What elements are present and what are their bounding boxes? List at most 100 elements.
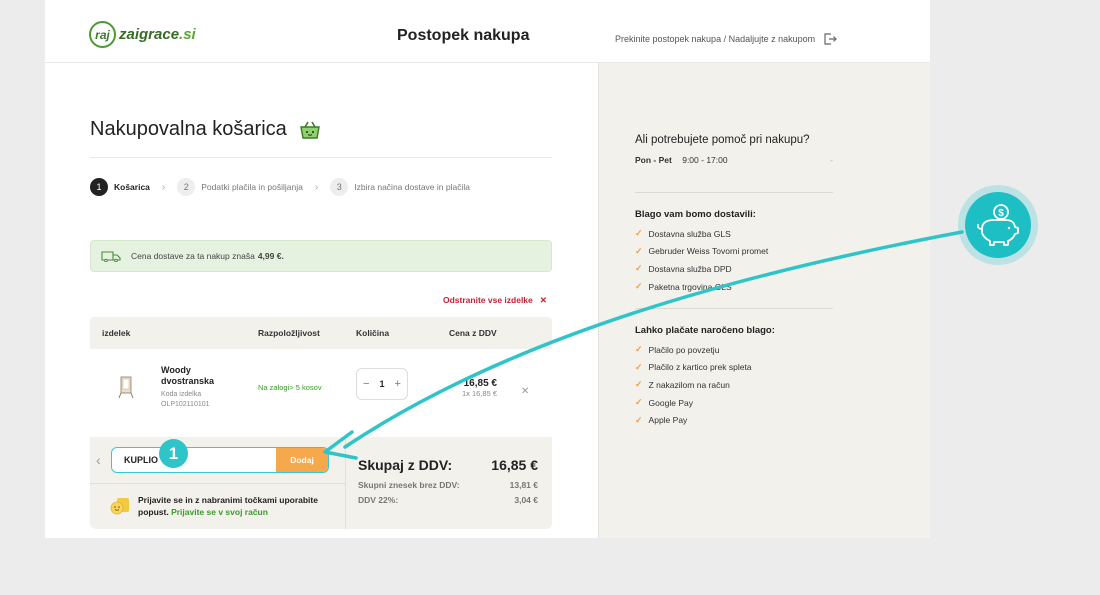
total-value: 16,85 € — [491, 457, 538, 473]
piggy-bank-icon: $ — [965, 192, 1031, 258]
col-availability: Razpoložljivost — [258, 328, 320, 338]
vat-value: 3,04 € — [514, 495, 538, 505]
list-item: ✓ Gebruder Weiss Tovorni promet — [635, 243, 768, 261]
logo-tld: .si — [179, 26, 196, 43]
list-item: ✓ Plačilo z kartico prek spleta — [635, 359, 752, 377]
svg-text:$: $ — [998, 208, 1004, 219]
list-item-label: Google Pay — [648, 397, 693, 408]
product-image[interactable] — [118, 375, 134, 399]
step-1-number: 1 — [90, 178, 108, 196]
delivery-options-title: Blago vam bomo dostavili: — [635, 209, 756, 220]
opening-hours: Pon - Pet 9:00 - 17:00 - — [635, 155, 833, 165]
delivery-price: 4,99 €. — [257, 251, 284, 261]
check-icon: ✓ — [635, 414, 643, 425]
help-sidebar: Ali potrebujete pomoč pri nakupu? Pon - … — [598, 63, 930, 538]
cart-title-text: Nakupovalna košarica — [90, 118, 287, 140]
col-quantity: Količina — [356, 328, 390, 338]
remove-all-button[interactable]: Odstranite vse izdelke ✕ — [443, 295, 547, 306]
truck-icon — [101, 251, 121, 262]
payment-options-list: ✓ Plačilo po povzetju ✓ Plačilo z kartico … — [635, 341, 752, 429]
item-unit-price: 1x 16,85 € — [461, 389, 497, 398]
list-item-label: Z nakazilom na račun — [648, 379, 730, 390]
basket-icon — [299, 121, 320, 139]
total-label: Skupaj z DDV: — [358, 457, 453, 473]
points-promo: Prijavite se in z nabranimi točkami upor… — [138, 494, 338, 518]
exit-checkout-link[interactable]: Prekinite postopek nakupa / Nadaljujte z… — [615, 32, 837, 46]
list-item: ✓ Paketna trgovina GLS — [635, 278, 768, 296]
increase-button[interactable]: + — [395, 378, 401, 390]
delivery-options-list: ✓ Dostavna služba GLS ✓ Gebruder Weiss Tov… — [635, 225, 768, 295]
step-2-label: Podatki plačila in pošiljanja — [201, 182, 303, 192]
list-item-label: Dostavna služba DPD — [648, 263, 732, 274]
remove-item-button[interactable]: ✕ — [521, 386, 529, 397]
logo[interactable]: raj zaigrace.si — [89, 21, 196, 48]
piggy-bank-graphic: $ — [977, 204, 1019, 246]
step-3-label: Izbira načina dostave in plačila — [354, 182, 470, 192]
logo-mark: raj — [89, 21, 116, 48]
list-item: ✓ Plačilo po povzetju — [635, 341, 752, 359]
chevron-left-icon[interactable]: ‹ — [96, 452, 101, 468]
logo-main: zaigrace — [119, 26, 180, 43]
footer-vertical-divider — [345, 437, 346, 529]
check-icon: ✓ — [635, 281, 643, 292]
list-item: ✓ Z nakazilom na račun — [635, 376, 752, 394]
product-code: Koda izdelka OLP102110101 — [161, 390, 231, 410]
header: raj zaigrace.si Postopek nakupa Prekinit… — [45, 12, 930, 63]
product-name[interactable]: Woody dvostranska — [161, 365, 231, 387]
cart-table-header: izdelek Razpoložljivost Količina Cena z … — [90, 317, 552, 349]
list-item-label: Plačilo z kartico prek spleta — [648, 362, 752, 373]
product-code-label: Koda izdelka — [161, 391, 202, 398]
step-badge: 1 — [159, 439, 188, 468]
coupon-input[interactable] — [112, 448, 276, 472]
net-label: Skupni znesek brez DDV: — [358, 480, 460, 490]
availability-status: Na zalogi> 5 kosov — [258, 383, 322, 392]
list-item-label: Apple Pay — [648, 415, 688, 426]
exit-icon — [824, 33, 837, 45]
cart-title: Nakupovalna košarica — [90, 118, 321, 141]
sidebar-divider — [635, 192, 833, 193]
hours-time: 9:00 - 17:00 — [682, 155, 728, 165]
help-title: Ali potrebujete pomoč pri nakupu? — [635, 134, 810, 146]
step-2-number: 2 — [177, 178, 196, 196]
title-divider — [90, 157, 552, 158]
chevron-right-icon: › — [314, 181, 319, 193]
page-title: Postopek nakupa — [397, 27, 530, 44]
item-price: 16,85 € 1x 16,85 € — [462, 378, 497, 398]
delivery-text: Cena dostave za ta nakup znaša — [131, 251, 255, 261]
hours-dash: - — [830, 155, 833, 165]
page-top-strip — [45, 0, 930, 12]
remove-all-label: Odstranite vse izdelke — [443, 295, 533, 305]
check-icon: ✓ — [635, 397, 643, 408]
sidebar-divider — [635, 308, 833, 309]
check-icon: ✓ — [635, 344, 643, 355]
checkout-steps: 1 Košarica › 2 Podatki plačila in pošilj… — [90, 178, 470, 196]
add-coupon-button[interactable]: Dodaj — [276, 448, 328, 472]
step-3-number: 3 — [330, 178, 349, 196]
chevron-right-icon: › — [161, 181, 166, 193]
check-icon: ✓ — [635, 245, 643, 256]
check-icon: ✓ — [635, 379, 643, 390]
check-icon: ✓ — [635, 361, 643, 372]
decrease-button[interactable]: − — [363, 378, 369, 390]
payment-options-title: Lahko plačate naročeno blago: — [635, 325, 775, 336]
item-total-price: 16,85 € — [463, 378, 497, 389]
col-product: izdelek — [102, 328, 131, 338]
login-link[interactable]: Prijavite se v svoj račun — [171, 507, 268, 517]
footer-divider — [90, 483, 345, 484]
col-price: Cena z DDV — [449, 328, 497, 338]
list-item-label: Plačilo po povzetju — [648, 344, 720, 355]
product-code-value: OLP102110101 — [161, 401, 210, 408]
coins-icon — [110, 498, 129, 515]
delivery-price-notice: Cena dostave za ta nakup znaša 4,99 €. — [90, 240, 552, 272]
list-item: ✓ Apple Pay — [635, 411, 752, 429]
list-item: ✓ Dostavna služba DPD — [635, 260, 768, 278]
check-icon: ✓ — [635, 263, 643, 274]
hours-days: Pon - Pet — [635, 155, 672, 165]
net-value: 13,81 € — [509, 480, 538, 490]
vat-label: DDV 22%: — [358, 495, 399, 505]
quantity-stepper: − 1 + — [356, 368, 408, 400]
list-item-label: Paketna trgovina GLS — [648, 281, 732, 292]
quantity-value[interactable]: 1 — [379, 379, 384, 389]
list-item-label: Dostavna služba GLS — [648, 228, 731, 239]
cart-row: Woody dvostranska Koda izdelka OLP102110… — [90, 349, 552, 437]
